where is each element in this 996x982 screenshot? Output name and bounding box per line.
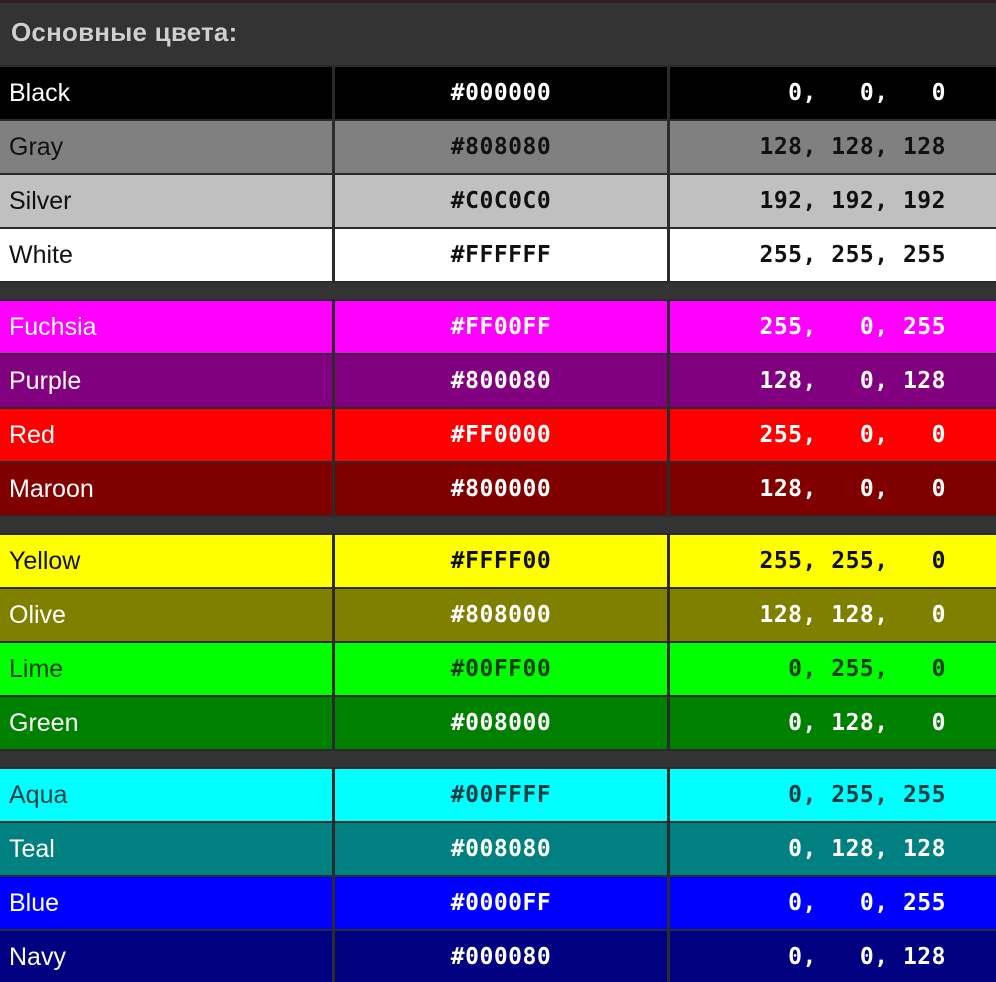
table-row[interactable]: Maroon #800000 128, 0, 0 xyxy=(0,461,996,517)
table-row[interactable]: Purple #800080 128, 0, 128 xyxy=(0,353,996,409)
cell-color-rgb: 255, 0, 0 xyxy=(759,422,946,448)
color-group-grayscale: Black #000000 0, 0, 0 Gray #808080 128, 128,… xyxy=(0,65,996,283)
cell-color-name: Blue xyxy=(0,877,335,929)
cell-color-hex: #008000 xyxy=(335,697,670,749)
cell-color-rgb: 0, 128, 0 xyxy=(759,710,946,736)
cell-color-rgb: 0, 0, 128 xyxy=(759,944,946,970)
cell-color-hex: #008080 xyxy=(335,823,670,875)
cell-color-name: Maroon xyxy=(0,463,335,515)
cell-color-name: Aqua xyxy=(0,769,335,821)
cell-color-hex: #FFFF00 xyxy=(335,535,670,587)
cell-color-rgb: 128, 0, 0 xyxy=(759,476,946,502)
cell-color-rgb: 0, 0, 255 xyxy=(759,890,946,916)
color-group-cyan-blue: Aqua #00FFFF 0, 255, 255 Teal #008080 0, 12… xyxy=(0,767,996,982)
table-row[interactable]: Gray #808080 128, 128, 128 xyxy=(0,119,996,175)
table-row[interactable]: Yellow #FFFF00 255, 255, 0 xyxy=(0,533,996,589)
cell-color-hex: #808080 xyxy=(335,121,670,173)
cell-color-name: Lime xyxy=(0,643,335,695)
cell-color-rgb: 255, 255, 255 xyxy=(759,242,946,268)
table-row[interactable]: Red #FF0000 255, 0, 0 xyxy=(0,407,996,463)
cell-color-name: Silver xyxy=(0,175,335,227)
table-row[interactable]: Aqua #00FFFF 0, 255, 255 xyxy=(0,767,996,823)
color-group-magenta-red: Fuchsia #FF00FF 255, 0, 255 Purple #800080 12… xyxy=(0,299,996,517)
cell-color-name: Yellow xyxy=(0,535,335,587)
cell-color-hex: #800000 xyxy=(335,463,670,515)
cell-color-rgb: 0, 128, 128 xyxy=(759,836,946,862)
cell-color-name: Gray xyxy=(0,121,335,173)
cell-color-hex: #800080 xyxy=(335,355,670,407)
table-row[interactable]: Green #008000 0, 128, 0 xyxy=(0,695,996,751)
table-row[interactable]: White #FFFFFF 255, 255, 255 xyxy=(0,227,996,283)
cell-color-rgb: 128, 128, 128 xyxy=(759,134,946,160)
table-row[interactable]: Silver #C0C0C0 192, 192, 192 xyxy=(0,173,996,229)
color-table: Black #000000 0, 0, 0 Gray #808080 128, 128,… xyxy=(0,65,996,982)
cell-color-name: Black xyxy=(0,67,335,119)
table-row[interactable]: Lime #00FF00 0, 255, 0 xyxy=(0,641,996,697)
cell-color-hex: #000000 xyxy=(335,67,670,119)
cell-color-hex: #FFFFFF xyxy=(335,229,670,281)
cell-color-rgb: 0, 255, 255 xyxy=(759,782,946,808)
cell-color-name: Red xyxy=(0,409,335,461)
cell-color-hex: #C0C0C0 xyxy=(335,175,670,227)
cell-color-hex: #0000FF xyxy=(335,877,670,929)
table-row[interactable]: Fuchsia #FF00FF 255, 0, 255 xyxy=(0,299,996,355)
cell-color-rgb: 0, 0, 0 xyxy=(759,80,946,106)
cell-color-name: Navy xyxy=(0,931,335,982)
cell-color-name: Purple xyxy=(0,355,335,407)
cell-color-rgb: 255, 255, 0 xyxy=(759,548,946,574)
cell-color-rgb: 128, 128, 0 xyxy=(759,602,946,628)
table-row[interactable]: Navy #000080 0, 0, 128 xyxy=(0,929,996,982)
cell-color-name: Teal xyxy=(0,823,335,875)
cell-color-rgb: 128, 0, 128 xyxy=(759,368,946,394)
table-row[interactable]: Olive #808000 128, 128, 0 xyxy=(0,587,996,643)
color-reference-page: Основные цвета: Black #000000 0, 0, 0 Gray… xyxy=(0,0,996,982)
page-title: Основные цвета: xyxy=(11,17,238,47)
cell-color-name: Fuchsia xyxy=(0,301,335,353)
table-row[interactable]: Black #000000 0, 0, 0 xyxy=(0,65,996,121)
color-group-yellow-green: Yellow #FFFF00 255, 255, 0 Olive #808000 128,… xyxy=(0,533,996,751)
cell-color-rgb: 192, 192, 192 xyxy=(759,188,946,214)
cell-color-name: Olive xyxy=(0,589,335,641)
cell-color-hex: #00FFFF xyxy=(335,769,670,821)
cell-color-name: Green xyxy=(0,697,335,749)
cell-color-hex: #808000 xyxy=(335,589,670,641)
cell-color-hex: #FF0000 xyxy=(335,409,670,461)
table-row[interactable]: Teal #008080 0, 128, 128 xyxy=(0,821,996,877)
cell-color-hex: #FF00FF xyxy=(335,301,670,353)
table-row[interactable]: Blue #0000FF 0, 0, 255 xyxy=(0,875,996,931)
cell-color-rgb: 255, 0, 255 xyxy=(759,314,946,340)
cell-color-name: White xyxy=(0,229,335,281)
cell-color-rgb: 0, 255, 0 xyxy=(759,656,946,682)
cell-color-hex: #00FF00 xyxy=(335,643,670,695)
cell-color-hex: #000080 xyxy=(335,931,670,982)
